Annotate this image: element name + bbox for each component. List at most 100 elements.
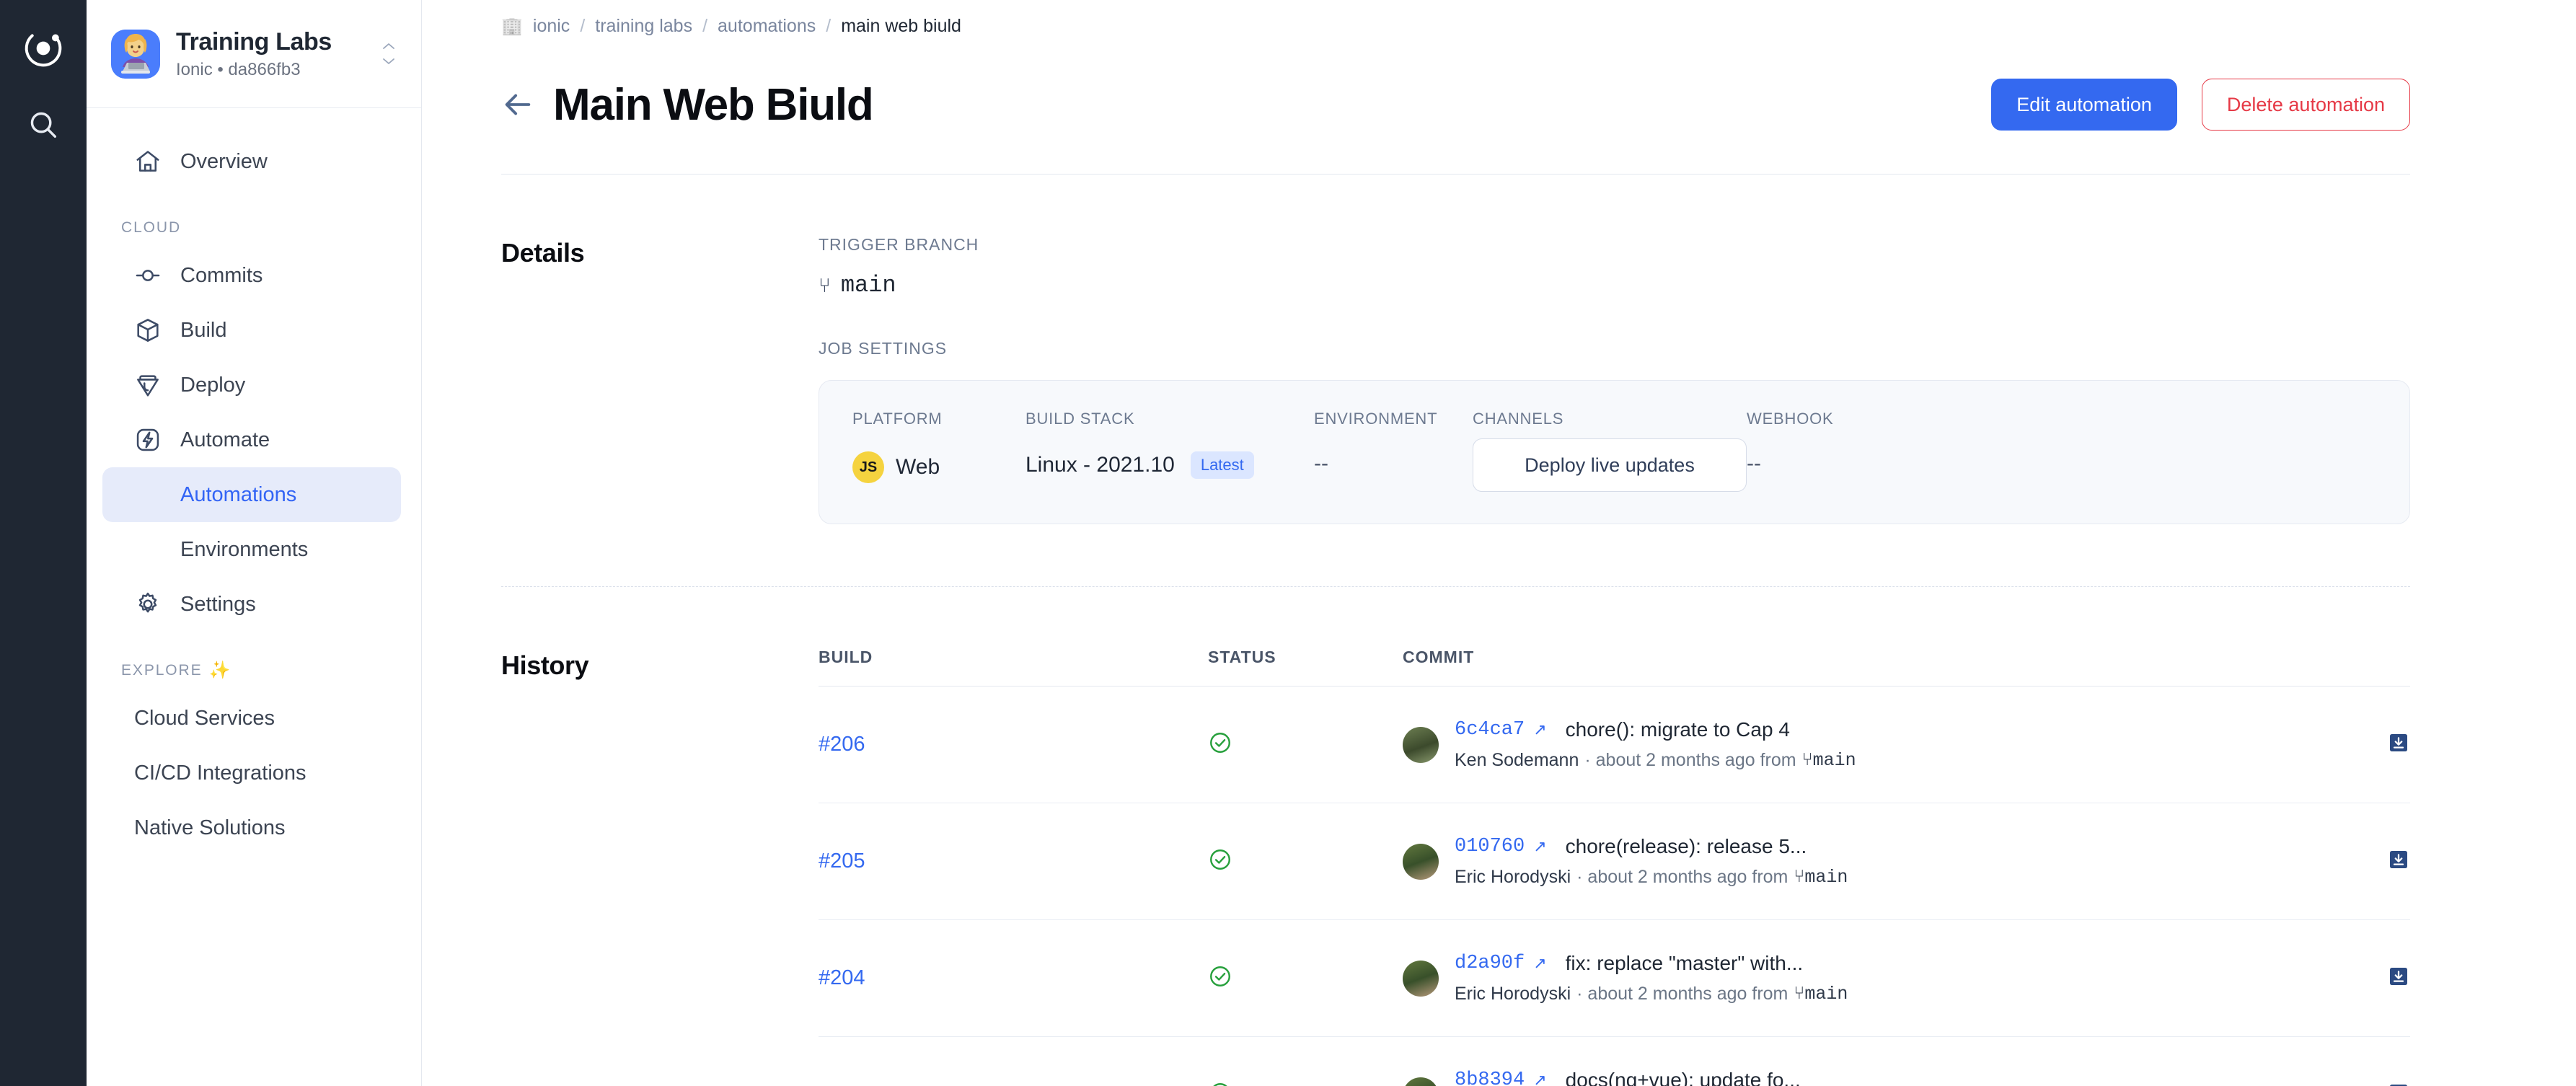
commit-branch: ⑂main xyxy=(1794,984,1848,1005)
sidebar-item-native-solutions[interactable]: Native Solutions xyxy=(102,800,401,855)
sidebar-item-build[interactable]: Build xyxy=(102,303,401,358)
commit-sha-link[interactable]: 8b8394 xyxy=(1455,1069,1525,1086)
breadcrumb-separator: / xyxy=(580,16,586,36)
sidebar-item-label: Cloud Services xyxy=(134,706,275,730)
cell-build: #206 xyxy=(819,686,1208,803)
sidebar-item-overview[interactable]: Overview xyxy=(102,134,401,189)
sidebar-item-environments[interactable]: Environments xyxy=(102,522,401,577)
commit-branch: ⑂main xyxy=(1801,750,1856,771)
build-link[interactable]: #203 xyxy=(819,1083,865,1086)
org-name: Training Labs xyxy=(176,27,332,56)
main-content: 🏢 ionic / training labs / automations / … xyxy=(422,0,2576,1086)
edit-automation-button[interactable]: Edit automation xyxy=(1991,79,2177,131)
download-icon[interactable] xyxy=(2387,731,2410,754)
environment-label: ENVIRONMENT xyxy=(1314,410,1438,428)
sidebar-item-commits[interactable]: Commits xyxy=(102,248,401,303)
cell-commit: d2a90f ↗ fix: replace "master" with... E… xyxy=(1403,919,2324,1037)
commit-meta: · about 2 months ago from xyxy=(1576,867,1788,887)
sidebar-item-settings[interactable]: Settings xyxy=(102,577,401,632)
sidebar-item-automations[interactable]: Automations xyxy=(102,467,401,522)
sidebar-item-cicd-integrations[interactable]: CI/CD Integrations xyxy=(102,746,401,800)
cell-commit: 8b8394 ↗ docs(ng+vue): update fo... Eric… xyxy=(1403,1036,2324,1086)
build-link[interactable]: #205 xyxy=(819,849,865,873)
latest-badge: Latest xyxy=(1190,451,1254,479)
sidebar-item-cloud-services[interactable]: Cloud Services xyxy=(102,691,401,746)
platform-label: PLATFORM xyxy=(852,410,943,428)
delete-automation-button[interactable]: Delete automation xyxy=(2201,79,2410,131)
page-header: Main Web Biuld Edit automation Delete au… xyxy=(501,71,2410,138)
gear-icon xyxy=(134,591,164,618)
sparkles-icon: ✨ xyxy=(208,661,232,680)
table-row[interactable]: #204 d2a90f ↗ fix: replace "master" with… xyxy=(819,919,2410,1037)
sidebar-item-automate[interactable]: Automate xyxy=(102,412,401,467)
build-stack-label: BUILD STACK xyxy=(1025,410,1135,428)
sidebar-item-label: Build xyxy=(180,318,227,342)
external-link-arrow-icon: ↗ xyxy=(1533,954,1547,972)
table-row[interactable]: #203 xyxy=(819,1036,2410,1086)
cube-icon xyxy=(134,317,164,344)
commit-sha-link[interactable]: 010760 xyxy=(1455,836,1525,857)
commit-meta: · about 2 months ago from xyxy=(1576,984,1788,1004)
breadcrumb-current: main web biuld xyxy=(841,16,961,36)
header-actions: Edit automation Delete automation xyxy=(1991,79,2410,131)
avatar xyxy=(1403,726,1439,763)
job-col-build-stack: BUILD STACK Linux - 2021.10 Latest xyxy=(1025,410,1314,479)
cell-build: #205 xyxy=(819,803,1208,920)
search-icon[interactable] xyxy=(19,101,67,149)
sidebar-item-label: Automations xyxy=(180,482,297,506)
cell-build: #204 xyxy=(819,919,1208,1037)
history-table-body: #206 6c4ca7 ↗ chore(): migrate to Cap 4 … xyxy=(819,686,2410,1086)
cell-status xyxy=(1208,686,1403,803)
breadcrumb-separator: / xyxy=(702,16,708,36)
cell-download xyxy=(2324,919,2410,1037)
platform-value-row: JS Web xyxy=(852,451,1025,483)
build-stack-value-row: Linux - 2021.10 Latest xyxy=(1025,451,1314,479)
cell-status xyxy=(1208,1036,1403,1086)
commit-branch: ⑂main xyxy=(1794,867,1848,888)
icon-rail xyxy=(0,0,87,1086)
sidebar: Training Labs Ionic • da866fb3 Overview … xyxy=(87,0,422,1086)
check-circle-icon xyxy=(1208,730,1232,755)
details-title: Details xyxy=(501,238,585,268)
download-icon[interactable] xyxy=(2387,965,2410,988)
job-settings-card: PLATFORM JS Web BUILD STACK Linux - 2021… xyxy=(819,380,2410,524)
channels-label: CHANNELS xyxy=(1473,410,1564,428)
chevron-up-down-icon[interactable] xyxy=(381,42,397,66)
cell-commit: 010760 ↗ chore(release): release 5... Er… xyxy=(1403,803,2324,920)
job-col-webhook: WEBHOOK -- xyxy=(1747,410,2376,476)
sidebar-item-label: Environments xyxy=(180,537,309,561)
table-row[interactable]: #205 010760 ↗ chore(release): release 5.… xyxy=(819,803,2410,920)
build-link[interactable]: #206 xyxy=(819,733,865,756)
build-stack-value: Linux - 2021.10 xyxy=(1025,453,1175,477)
cell-build: #203 xyxy=(819,1036,1208,1086)
sidebar-item-label: Native Solutions xyxy=(134,816,286,839)
download-icon[interactable] xyxy=(2387,1082,2410,1086)
sidebar-item-label: Commits xyxy=(180,263,263,287)
breadcrumb-item-automations[interactable]: automations xyxy=(718,16,816,37)
check-circle-icon xyxy=(1208,964,1232,989)
cell-status xyxy=(1208,803,1403,920)
environment-value: -- xyxy=(1314,451,1328,475)
commit-sha-link[interactable]: 6c4ca7 xyxy=(1455,719,1525,741)
breadcrumb-item-training-labs[interactable]: training labs xyxy=(595,16,692,37)
commit-sha-link[interactable]: d2a90f xyxy=(1455,953,1525,974)
org-subtitle: Ionic • da866fb3 xyxy=(176,59,301,79)
arrow-left-icon[interactable] xyxy=(501,88,543,121)
history-header-row: BUILD STATUS COMMIT xyxy=(819,648,2410,687)
sidebar-item-deploy[interactable]: Deploy xyxy=(102,358,401,412)
breadcrumb-item-ionic[interactable]: ionic xyxy=(533,16,570,37)
webhook-value: -- xyxy=(1747,451,1761,475)
build-link[interactable]: #204 xyxy=(819,966,865,989)
deploy-live-updates-button[interactable]: Deploy live updates xyxy=(1473,438,1747,492)
ionic-logo-icon[interactable] xyxy=(19,25,67,72)
table-row[interactable]: #206 6c4ca7 ↗ chore(): migrate to Cap 4 … xyxy=(819,686,2410,803)
column-header-commit: COMMIT xyxy=(1403,648,2324,687)
woman-technologist-avatar xyxy=(111,29,160,79)
column-header-build: BUILD xyxy=(819,648,1208,687)
org-switcher[interactable]: Training Labs Ionic • da866fb3 xyxy=(87,0,421,108)
lightning-icon xyxy=(134,426,164,454)
org-text: Training Labs Ionic • da866fb3 xyxy=(176,28,381,80)
check-circle-icon xyxy=(1208,847,1232,872)
download-icon[interactable] xyxy=(2387,848,2410,871)
sidebar-section-explore-label: EXPLORE xyxy=(121,662,203,679)
